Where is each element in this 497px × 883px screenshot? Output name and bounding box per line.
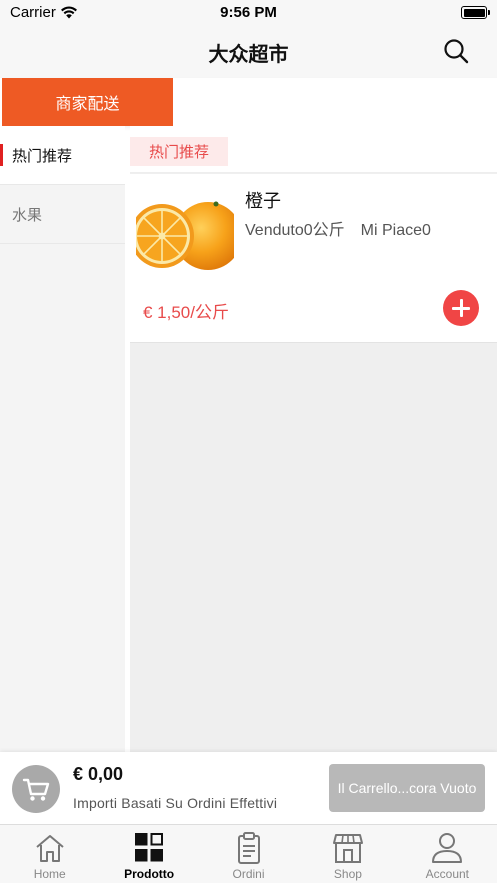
section-tag: 热门推荐 (130, 137, 229, 166)
tab-ordini[interactable]: Ordini (199, 825, 298, 883)
status-bar: Carrier 9:56 PM (0, 0, 497, 26)
product-sold: Venduto0公斤 (245, 222, 345, 239)
bottom-tab-bar: Home Prodotto Ordini Shop Account (0, 824, 497, 883)
product-list: 热门推荐 橙子 Venduto0公斤 Mi Piace0 € 1,50/公斤 (130, 126, 497, 752)
tab-label: Prodotto (124, 867, 175, 881)
delivery-tab-row: 商家配送 (0, 78, 497, 126)
category-sidebar: 热门推荐 水果 (0, 126, 125, 752)
checkout-button[interactable]: Il Carrello...cora Vuoto (329, 764, 485, 812)
orange-product-image (136, 201, 234, 270)
tab-label: Shop (333, 867, 362, 881)
tab-account[interactable]: Account (398, 825, 497, 883)
tab-label: Account (425, 867, 469, 881)
product-price: € 1,50/公斤 (143, 303, 229, 322)
cart-total: € 0,00 (73, 764, 124, 784)
product-name: 橙子 (245, 191, 281, 211)
status-time: 9:56 PM (220, 4, 277, 21)
product-card[interactable]: 橙子 Venduto0公斤 Mi Piace0 € 1,50/公斤 (130, 174, 497, 343)
grid-icon (135, 833, 164, 862)
sidebar-item-hot[interactable]: 热门推荐 (0, 126, 125, 185)
section-header: 热门推荐 (130, 126, 497, 173)
tab-label: Home (33, 867, 66, 881)
sidebar-item-fruit[interactable]: 水果 (0, 185, 125, 244)
tab-prodotto[interactable]: Prodotto (99, 825, 198, 883)
home-icon (36, 835, 64, 862)
tab-merchant-delivery[interactable]: 商家配送 (2, 78, 173, 126)
sidebar-item-label: 水果 (12, 206, 43, 224)
search-icon[interactable] (443, 38, 469, 64)
battery-icon (461, 6, 490, 19)
store-icon (332, 834, 363, 863)
tab-home[interactable]: Home (0, 825, 99, 883)
page-title: 大众超市 (208, 44, 289, 66)
cart-bar: € 0,00 Importi Basati Su Ordini Effettiv… (0, 752, 497, 824)
product-stats: Venduto0公斤 Mi Piace0 (245, 216, 431, 240)
add-to-cart-plus-icon[interactable] (443, 290, 479, 326)
sidebar-item-label: 热门推荐 (12, 147, 73, 165)
nav-bar: 大众超市 (0, 26, 497, 78)
cart-note: Importi Basati Su Ordini Effettivi (73, 795, 278, 811)
shopping-cart-icon[interactable] (12, 765, 60, 813)
tab-shop[interactable]: Shop (298, 825, 397, 883)
clipboard-icon (237, 832, 260, 864)
product-likes: Mi Piace0 (360, 222, 431, 239)
tab-label: Ordini (232, 867, 265, 881)
user-icon (432, 833, 463, 863)
